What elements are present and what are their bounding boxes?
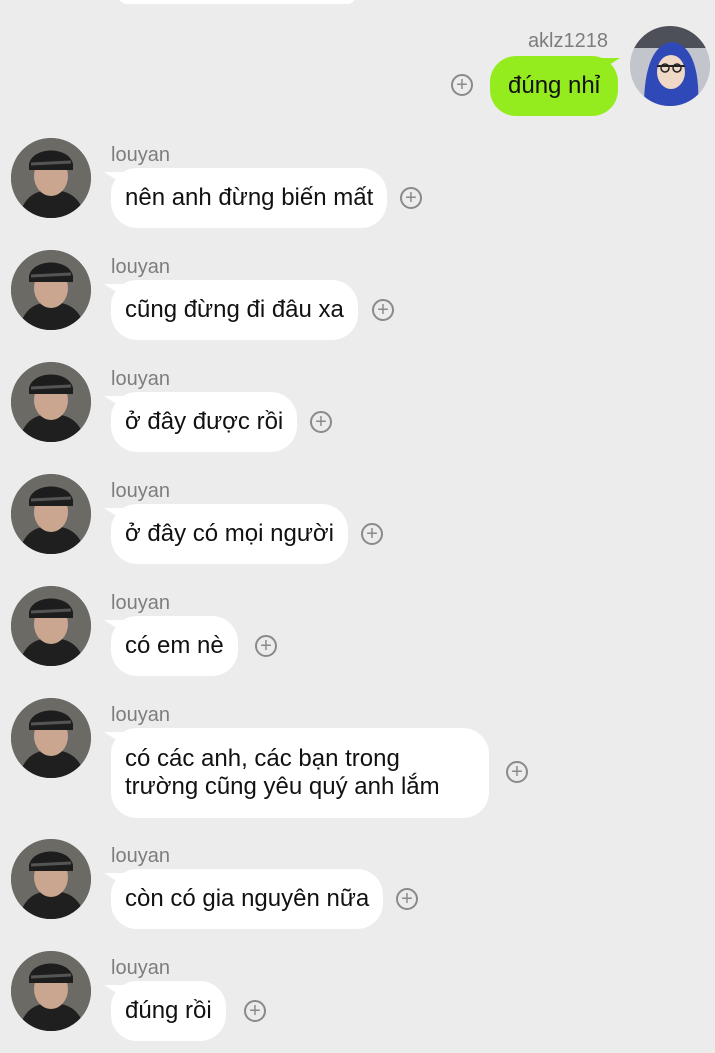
sender-name: louyan [111, 957, 170, 979]
sender-name: louyan [111, 480, 170, 502]
plus-circle-icon[interactable]: + [244, 1000, 266, 1022]
sender-name: louyan [111, 592, 170, 614]
louyan-avatar[interactable] [11, 138, 91, 218]
message-bubble[interactable]: ở đây được rồi [111, 392, 298, 452]
message-bubble[interactable]: đúng rồi [111, 981, 226, 1041]
louyan-avatar[interactable] [11, 474, 91, 554]
sender-name: louyan [111, 256, 170, 278]
own-avatar[interactable] [630, 26, 710, 106]
plus-circle-icon[interactable]: + [396, 888, 418, 910]
message-bubble[interactable]: cũng đừng đi đâu xa [111, 280, 358, 340]
louyan-avatar[interactable] [11, 951, 91, 1031]
own-bubble-tail [598, 58, 620, 72]
louyan-avatar[interactable] [11, 698, 91, 778]
own-username: aklz1218 [527, 30, 608, 52]
sender-name: louyan [111, 144, 170, 166]
sender-name: louyan [111, 845, 170, 867]
louyan-avatar[interactable] [11, 839, 91, 919]
plus-circle-icon[interactable]: + [400, 187, 422, 209]
plus-circle-icon[interactable]: + [361, 523, 383, 545]
plus-circle-icon[interactable]: + [451, 74, 473, 96]
plus-circle-icon[interactable]: + [255, 635, 277, 657]
previous-message-bubble [118, 0, 356, 4]
louyan-avatar[interactable] [11, 586, 91, 666]
message-bubble[interactable]: có em nè [111, 616, 238, 676]
louyan-avatar[interactable] [11, 250, 91, 330]
message-bubble[interactable]: ở đây có mọi người [111, 504, 348, 564]
message-bubble[interactable]: có các anh, các bạn trong trường cũng yê… [111, 728, 489, 818]
sender-name: louyan [111, 368, 170, 390]
plus-circle-icon[interactable]: + [310, 411, 332, 433]
plus-circle-icon[interactable]: + [506, 761, 528, 783]
sender-name: louyan [111, 704, 170, 726]
message-bubble[interactable]: nên anh đừng biến mất [111, 168, 388, 228]
message-bubble[interactable]: còn có gia nguyên nữa [111, 869, 384, 929]
louyan-avatar[interactable] [11, 362, 91, 442]
plus-circle-icon[interactable]: + [372, 299, 394, 321]
